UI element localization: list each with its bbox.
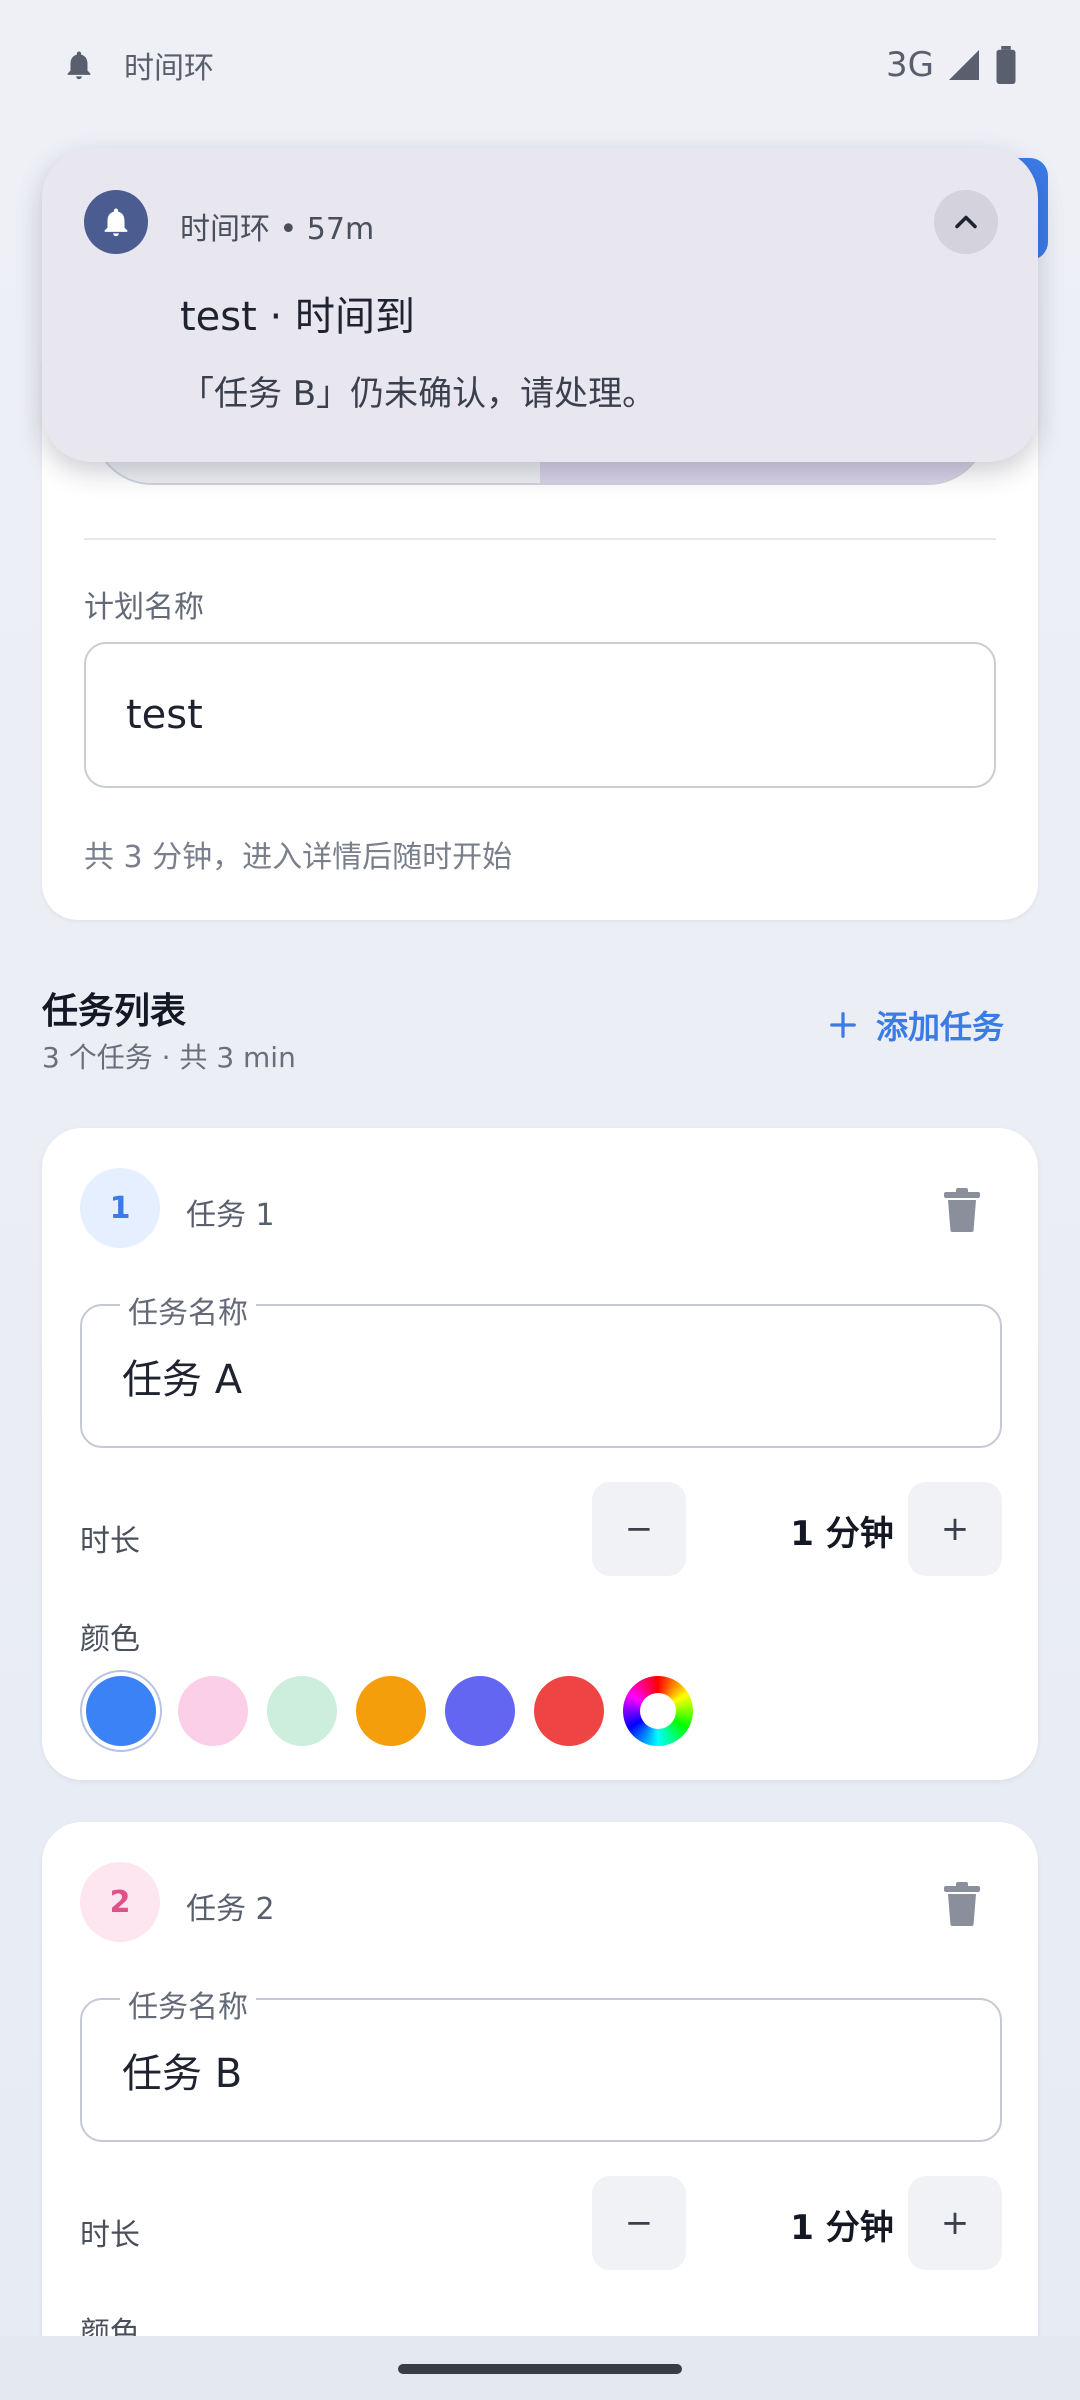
bell-icon (104, 208, 128, 237)
chevron-up-icon (955, 215, 977, 229)
color-swatch-indigo[interactable] (445, 1676, 515, 1746)
add-task-label: 添加任务 (876, 1008, 1005, 1046)
duration-label: 时长 (80, 1524, 140, 1559)
notification-body: 「任务 B」仍未确认，请处理。 (180, 374, 657, 414)
signal-icon (949, 50, 979, 80)
trash-icon[interactable] (942, 1188, 982, 1232)
task-card: 1 任务 1 任务 A 任务名称 时长 − 1 分钟 + 颜色 (42, 1128, 1038, 1780)
custom-color-picker[interactable] (623, 1676, 693, 1746)
plus-icon (830, 1012, 856, 1038)
notification-app-icon (84, 190, 148, 254)
color-swatch-mint[interactable] (267, 1676, 337, 1746)
task-card: 2 任务 2 任务 B 任务名称 时长 − 1 分钟 + 颜色 (42, 1822, 1038, 2382)
plan-name-input[interactable]: test (84, 642, 996, 788)
network-type: 3G (886, 45, 934, 85)
color-swatch-red[interactable] (534, 1676, 604, 1746)
increase-duration-button[interactable]: + (908, 2176, 1002, 2270)
collapse-button[interactable] (934, 190, 998, 254)
task-label: 任务 1 (186, 1198, 275, 1233)
increase-duration-button[interactable]: + (908, 1482, 1002, 1576)
trash-icon[interactable] (942, 1882, 982, 1926)
task-name-legend: 任务名称 (120, 1288, 256, 1332)
task-name-legend: 任务名称 (120, 1982, 256, 2026)
task-list-title: 任务列表 (42, 991, 187, 1032)
color-swatch-pink[interactable] (178, 1676, 248, 1746)
plan-hint: 共 3 分钟，进入详情后随时开始 (84, 840, 513, 875)
plan-name-value: test (126, 692, 203, 738)
task-number-badge: 1 (80, 1168, 160, 1248)
divider (84, 538, 996, 540)
notification-header: 时间环 • 57m (180, 212, 375, 247)
task-list-subtitle: 3 个任务 · 共 3 min (42, 1041, 296, 1074)
bell-icon (67, 51, 91, 80)
task-number-badge: 2 (80, 1862, 160, 1942)
color-swatch-blue[interactable] (80, 1670, 162, 1752)
color-swatch-orange[interactable] (356, 1676, 426, 1746)
status-app-name: 时间环 (124, 51, 214, 86)
decrease-duration-button[interactable]: − (592, 2176, 686, 2270)
duration-label: 时长 (80, 2218, 140, 2253)
color-label: 颜色 (80, 1622, 140, 1657)
task-name-value: 任务 B (122, 2051, 243, 2097)
decrease-duration-button[interactable]: − (592, 1482, 686, 1576)
home-gesture-handle[interactable] (398, 2364, 682, 2374)
notification[interactable]: 时间环 • 57m test · 时间到 「任务 B」仍未确认，请处理。 (42, 148, 1038, 462)
add-task-button[interactable]: 添加任务 (828, 1000, 1004, 1050)
plan-name-label: 计划名称 (84, 590, 204, 625)
task-name-value: 任务 A (122, 1357, 243, 1403)
status-bar: 时间环 3G (0, 0, 1080, 130)
notification-title: test · 时间到 (180, 294, 415, 340)
task-label: 任务 2 (186, 1892, 275, 1927)
battery-icon (996, 46, 1016, 84)
